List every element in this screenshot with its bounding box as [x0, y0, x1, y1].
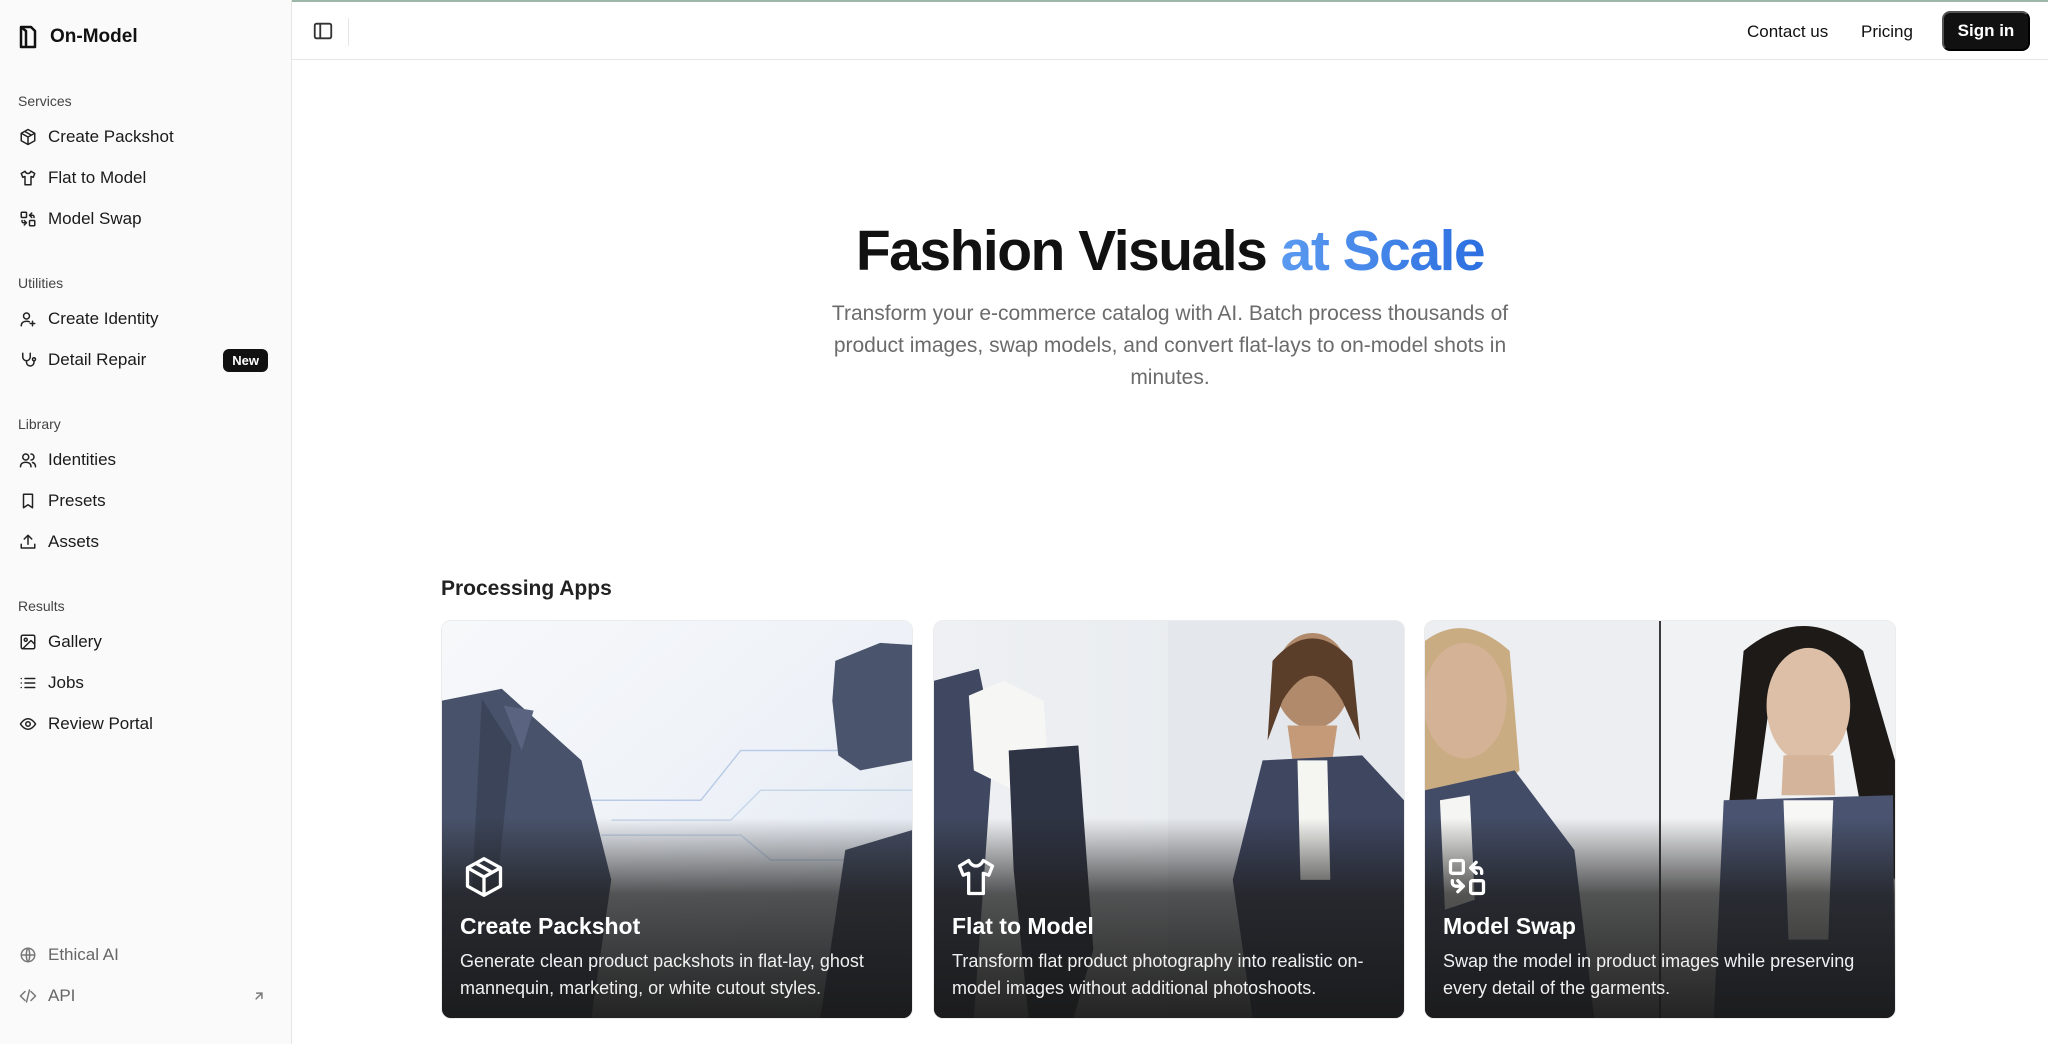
upload-icon [20, 534, 36, 549]
hero-title-main: Fashion Visuals [855, 219, 1268, 283]
section-label-services: Services [18, 93, 72, 109]
section-label-utilities: Utilities [18, 275, 64, 291]
sidebar-item-label: Ethical AI [48, 945, 119, 964]
card-description: Generate clean product packshots in flat… [460, 951, 864, 998]
sidebar-item-label: Create Identity [48, 309, 159, 328]
stethoscope-icon [22, 352, 37, 367]
contact-us-link[interactable]: Contact us [1747, 22, 1828, 42]
card-description: Swap the model in product images while p… [1443, 951, 1855, 998]
processing-apps-heading: Processing Apps [441, 577, 612, 600]
card-description: Transform flat product photography into … [952, 951, 1364, 998]
list-icon [20, 677, 36, 689]
user-plus-icon [20, 312, 36, 327]
sidebar-item-flat-to-model[interactable]: Flat to Model [10, 160, 274, 196]
sidebar-item-label: Jobs [48, 673, 84, 692]
sidebar-item-assets[interactable]: Assets [10, 524, 274, 560]
brand-logo-icon [19, 25, 37, 49]
sidebar-item-label: Presets [48, 491, 106, 510]
sidebar-item-label: API [48, 986, 76, 1005]
sidebar-item-label: Review Portal [48, 714, 153, 733]
sidebar: On-Model Services Create Packshot Flat t… [0, 0, 292, 1044]
image-icon [20, 634, 36, 650]
bookmark-icon [22, 493, 34, 509]
sidebar-item-ethical-ai[interactable]: Ethical AI [10, 937, 274, 973]
code-icon [19, 989, 37, 1003]
new-badge: New [223, 348, 268, 372]
sidebar-item-label: Assets [48, 532, 100, 551]
section-label-results: Results [18, 598, 65, 614]
hero-title-accent: at Scale [1280, 219, 1486, 283]
hero-subtitle: Transform your e-commerce catalog with A… [831, 302, 1509, 389]
sidebar-item-identities[interactable]: Identities [10, 442, 274, 478]
shirt-icon [20, 170, 36, 186]
sidebar-item-label: Gallery [48, 632, 102, 651]
sidebar-item-review-portal[interactable]: Review Portal [10, 706, 274, 742]
swap-icon [1448, 858, 1486, 896]
package-icon [20, 128, 36, 146]
sidebar-item-presets[interactable]: Presets [10, 483, 274, 519]
app-card-flat-to-model[interactable]: Flat to Model Transform flat product pho… [933, 620, 1405, 1019]
card-title: Create Packshot [460, 913, 641, 939]
sign-in-button[interactable]: Sign in [1942, 11, 2030, 51]
sidebar-item-label: Model Swap [48, 209, 142, 228]
external-link-icon [255, 992, 263, 1000]
sidebar-item-api[interactable]: API [10, 978, 274, 1014]
sidebar-item-jobs[interactable]: Jobs [10, 665, 274, 701]
brand-name: On-Model [50, 26, 138, 47]
sidebar-item-model-swap[interactable]: Model Swap [10, 201, 274, 237]
sidebar-item-label: Detail Repair [48, 350, 147, 369]
swap-icon [20, 211, 36, 227]
app-card-model-swap[interactable]: Model Swap Swap the model in product ima… [1424, 620, 1896, 1019]
top-header: Contact us Pricing Sign in [292, 2, 2048, 60]
sidebar-item-create-identity[interactable]: Create Identity [10, 301, 274, 337]
hero-title: Fashion Visuals at Scale [292, 218, 2048, 284]
eye-icon [19, 717, 37, 731]
section-label-library: Library [18, 416, 61, 432]
sidebar-item-label: Create Packshot [48, 127, 174, 146]
sidebar-item-label: Flat to Model [48, 168, 147, 187]
sidebar-item-create-packshot[interactable]: Create Packshot [10, 119, 274, 155]
card-title: Flat to Model [952, 913, 1094, 939]
globe-icon [20, 947, 36, 963]
shirt-icon [957, 858, 995, 896]
package-icon [465, 857, 503, 897]
header-divider [348, 18, 349, 46]
sidebar-item-label: Identities [48, 450, 117, 469]
brand[interactable]: On-Model [18, 24, 138, 50]
sidebar-item-gallery[interactable]: Gallery [10, 624, 274, 660]
sidebar-item-detail-repair[interactable]: Detail Repair New [10, 342, 274, 378]
card-title: Model Swap [1443, 913, 1576, 939]
sidebar-toggle-icon[interactable] [312, 20, 334, 42]
app-card-create-packshot[interactable]: Create Packshot Generate clean product p… [441, 620, 913, 1019]
pricing-link[interactable]: Pricing [1861, 22, 1913, 42]
users-icon [19, 453, 37, 468]
